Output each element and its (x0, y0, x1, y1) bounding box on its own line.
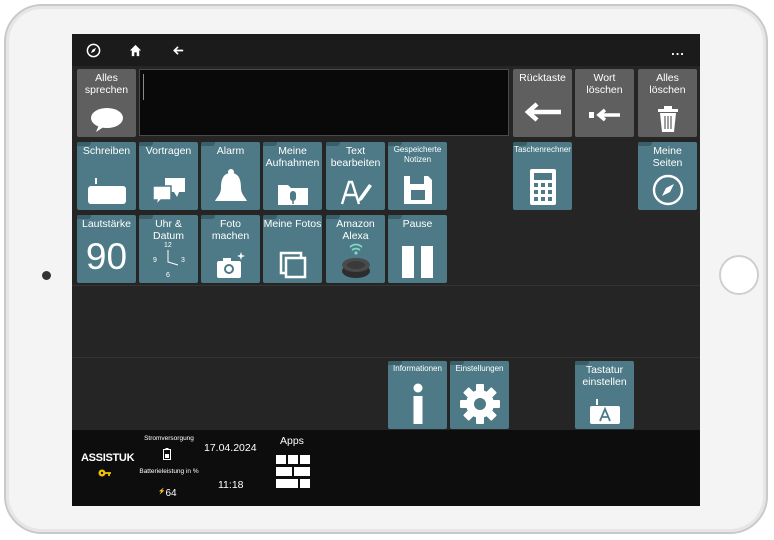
bottom-status-bar: ASSISTUK Stromversorgung Batterieleistun… (72, 430, 700, 506)
left-arrow-icon (513, 101, 572, 123)
volume-value: 90 (85, 236, 128, 277)
my-recordings-label: Meine Aufnahmen (265, 145, 320, 169)
delete-all-label: Alles löschen (649, 72, 686, 96)
camera-icon (201, 251, 260, 279)
calculator-tile[interactable]: Taschenrechner (513, 142, 572, 210)
floppy-disk-icon (388, 174, 447, 206)
present-tile[interactable]: Vortragen (139, 142, 198, 210)
gear-icon (450, 383, 509, 425)
battery-performance-label: Batterieleistung in % (139, 468, 199, 475)
apps-label: Apps (280, 435, 304, 447)
bell-icon (201, 168, 260, 206)
edit-text-tile[interactable]: Text bearbeiten (326, 142, 385, 210)
saved-notes-tile[interactable]: Gespeicherte Notizen (388, 142, 447, 210)
home-button[interactable] (719, 255, 759, 295)
delete-word-arrow-icon (575, 107, 634, 123)
take-photo-label: Foto machen (211, 218, 250, 242)
power-supply-label: Stromversorgung (144, 435, 194, 442)
assistuk-logo: ASSISTUK (81, 452, 135, 464)
back-arrow-icon[interactable] (168, 40, 188, 60)
compass-icon[interactable] (83, 40, 103, 60)
logo-key-icon (98, 465, 112, 483)
keyboard-settings-tile[interactable]: Tastatur einstellen (575, 361, 634, 429)
trash-icon (638, 105, 697, 133)
information-tile[interactable]: Informationen (388, 361, 447, 429)
folder-microphone-icon (263, 182, 322, 206)
clock-date-tile[interactable]: Uhr & Datum 12 9 3 6 (139, 215, 198, 283)
keyboard-icon (77, 176, 136, 206)
battery-value: ⚡64 (158, 488, 177, 499)
calculator-icon (513, 168, 572, 206)
chat-bubbles-icon (139, 176, 198, 206)
clock-face-icon: 12 9 3 6 (153, 242, 185, 279)
write-tile[interactable]: Schreiben (77, 142, 136, 210)
alarm-tile[interactable]: Alarm (201, 142, 260, 210)
apps-grid-icon[interactable] (276, 455, 310, 494)
my-pages-tile[interactable]: Meine Seiten (638, 142, 697, 210)
amazon-alexa-label: Amazon Alexa (336, 218, 375, 242)
my-recordings-tile[interactable]: Meine Aufnahmen (263, 142, 322, 210)
pause-icon (388, 245, 447, 279)
speech-bubble-icon (77, 107, 136, 133)
camera-dot (42, 271, 51, 280)
echo-dot-icon (326, 241, 385, 279)
battery-percentage: 64 (165, 488, 177, 499)
take-photo-tile[interactable]: Foto machen (201, 215, 260, 283)
row-divider (72, 285, 700, 286)
row-divider (72, 357, 700, 358)
backspace-label: Rücktaste (519, 72, 566, 84)
keyboard-a-icon (575, 397, 634, 425)
clock-date-label: Uhr & Datum (153, 218, 184, 242)
settings-tile[interactable]: Einstellungen (450, 361, 509, 429)
pause-tile[interactable]: Pause (388, 215, 447, 283)
delete-all-button[interactable]: Alles löschen (638, 69, 697, 137)
info-icon (388, 383, 447, 425)
amazon-alexa-tile[interactable]: Amazon Alexa (326, 215, 385, 283)
speak-all-label: Alles sprechen (84, 72, 129, 96)
delete-word-label: Wort löschen (586, 72, 623, 96)
text-edit-pen-icon (326, 178, 385, 206)
text-cursor (143, 74, 144, 100)
battery-icon (163, 447, 171, 465)
keyboard-settings-label: Tastatur einstellen (582, 364, 627, 388)
photo-stack-icon (263, 251, 322, 279)
message-text-area[interactable] (139, 69, 509, 136)
current-time: 11:18 (218, 479, 244, 491)
volume-tile[interactable]: Lautstärke 90 (77, 215, 136, 283)
app-screen: ... Alles sprechen Rücktaste Wort lösche… (72, 34, 700, 506)
my-photos-tile[interactable]: Meine Fotos (263, 215, 322, 283)
edit-text-label: Text bearbeiten (330, 145, 381, 169)
speak-all-button[interactable]: Alles sprechen (77, 69, 136, 137)
delete-word-button[interactable]: Wort löschen (575, 69, 634, 137)
current-date: 17.04.2024 (204, 442, 257, 454)
compass-icon (638, 174, 697, 206)
backspace-button[interactable]: Rücktaste (513, 69, 572, 137)
home-icon[interactable] (125, 40, 145, 60)
top-bar: ... (72, 34, 700, 66)
my-pages-label: Meine Seiten (652, 145, 683, 169)
more-icon[interactable]: ... (668, 40, 688, 60)
